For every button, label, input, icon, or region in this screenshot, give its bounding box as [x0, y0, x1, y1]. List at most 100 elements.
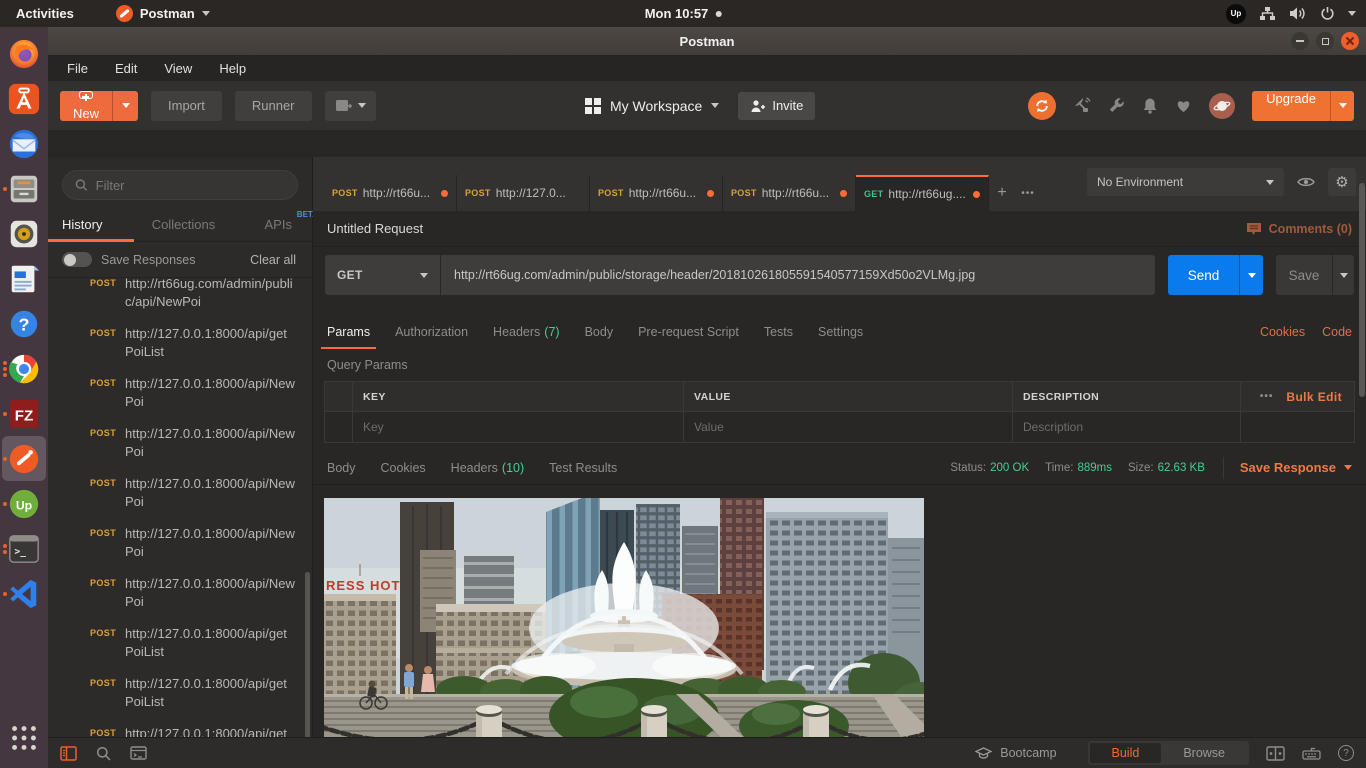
request-tab[interactable]: POSThttp://rt66u... [324, 175, 457, 211]
search-status-icon[interactable] [96, 746, 111, 761]
value-input[interactable] [694, 420, 1002, 434]
volume-icon[interactable] [1289, 6, 1307, 21]
save-options-caret[interactable] [1332, 255, 1354, 295]
upgrade-caret[interactable] [1330, 91, 1354, 121]
heart-icon[interactable] [1175, 98, 1192, 113]
dock-item-rhythmbox[interactable] [2, 211, 46, 256]
tab-prerequest[interactable]: Pre-request Script [638, 315, 739, 349]
filter-box[interactable] [62, 170, 298, 200]
environment-selector[interactable]: No Environment [1087, 168, 1284, 196]
upgrade-button[interactable]: Upgrade [1252, 91, 1354, 121]
settings-gear-button[interactable]: ⚙ [1328, 168, 1356, 196]
close-button[interactable] [1341, 32, 1359, 50]
request-tab-active[interactable]: GEThttp://rt66ug.... [856, 175, 989, 211]
history-item[interactable]: POSThttp://127.0.0.1:8000/api/NewPoi [48, 518, 312, 568]
system-menu-caret-icon[interactable] [1348, 11, 1356, 16]
browse-tab[interactable]: Browse [1161, 743, 1247, 763]
new-window-button[interactable] [325, 91, 376, 121]
add-tab-button[interactable]: + [989, 175, 1015, 211]
dock-item-help[interactable]: ? [2, 301, 46, 346]
history-item[interactable]: POSThttp://127.0.0.1:8000/api/NewPoi [48, 418, 312, 468]
menu-help[interactable]: Help [219, 61, 246, 76]
app-menu[interactable]: Postman [116, 5, 210, 22]
history-item[interactable]: POSThttp://rt66ug.com/admin/public/api/N… [48, 278, 312, 318]
dock-item-vscode[interactable] [2, 571, 46, 616]
history-item[interactable]: POSThttp://127.0.0.1:8000/api/NewPoi [48, 568, 312, 618]
maximize-button[interactable] [1316, 32, 1334, 50]
menu-edit[interactable]: Edit [115, 61, 137, 76]
tab-params[interactable]: Params [327, 315, 370, 349]
send-button[interactable]: Send [1168, 255, 1263, 295]
menu-file[interactable]: File [67, 61, 88, 76]
minimize-button[interactable] [1291, 32, 1309, 50]
response-tab-test-results[interactable]: Test Results [549, 461, 617, 475]
response-tab-cookies[interactable]: Cookies [381, 461, 426, 475]
bootcamp-button[interactable]: Bootcamp [975, 746, 1056, 760]
history-item[interactable]: POSThttp://127.0.0.1:8000/api/NewPoi [48, 468, 312, 518]
save-responses-toggle[interactable] [62, 252, 92, 267]
response-tab-body[interactable]: Body [327, 451, 356, 485]
response-tab-headers[interactable]: Headers(10) [451, 461, 524, 475]
new-button[interactable]: New [60, 91, 138, 121]
invite-button[interactable]: Invite [738, 92, 815, 120]
window-title-bar[interactable]: Postman [48, 27, 1366, 55]
url-input[interactable] [441, 255, 1155, 295]
history-item[interactable]: POSThttp://127.0.0.1:8000/api/getPoiList [48, 668, 312, 718]
tab-history[interactable]: History [62, 217, 102, 232]
tab-apis[interactable]: APIsBETA [265, 217, 292, 232]
dock-item-terminal[interactable]: >_ [2, 526, 46, 571]
history-item[interactable]: POSThttp://127.0.0.1:8000/api/NewPoi [48, 368, 312, 418]
tab-tests[interactable]: Tests [764, 315, 793, 349]
two-pane-icon[interactable] [1266, 746, 1285, 761]
tab-body[interactable]: Body [585, 315, 614, 349]
history-item[interactable]: POSThttp://127.0.0.1:8000/api/getPoiList [48, 618, 312, 668]
history-item[interactable]: POSThttp://127.0.0.1:8000/api/getPoiList [48, 718, 312, 737]
tab-options-button[interactable]: ••• [1015, 175, 1041, 211]
request-tab[interactable]: POSThttp://rt66u... [590, 175, 723, 211]
sidebar-toggle-icon[interactable] [60, 746, 77, 761]
dock-item-ubuntu-software[interactable] [2, 76, 46, 121]
history-item[interactable]: POSThttp://127.0.0.1:8000/api/getPoiList [48, 318, 312, 368]
tab-authorization[interactable]: Authorization [395, 315, 468, 349]
dock-item-libreoffice-writer[interactable] [2, 256, 46, 301]
cookies-link[interactable]: Cookies [1260, 325, 1305, 339]
show-applications-button[interactable] [2, 715, 46, 760]
description-input[interactable] [1023, 420, 1230, 434]
code-link[interactable]: Code [1322, 325, 1352, 339]
dock-item-archive-manager[interactable] [2, 166, 46, 211]
workspace-caret-icon[interactable] [711, 103, 719, 108]
more-options-icon[interactable]: ••• [1260, 391, 1274, 402]
console-icon[interactable] [130, 746, 147, 760]
bell-icon[interactable] [1142, 97, 1158, 114]
power-icon[interactable] [1320, 6, 1335, 21]
menu-view[interactable]: View [164, 61, 192, 76]
avatar[interactable] [1209, 93, 1235, 119]
request-tab[interactable]: POSThttp://127.0... [457, 175, 590, 211]
dock-item-filezilla[interactable]: FZ [2, 391, 46, 436]
help-status-icon[interactable]: ? [1338, 745, 1354, 761]
dock-item-firefox[interactable] [2, 31, 46, 76]
build-tab[interactable]: Build [1090, 743, 1162, 763]
tab-collections[interactable]: Collections [152, 217, 216, 232]
dock-item-thunderbird[interactable] [2, 121, 46, 166]
sync-status-button[interactable] [1028, 92, 1056, 120]
activities-button[interactable]: Activities [0, 6, 90, 21]
clock[interactable]: Mon 10:57 [645, 6, 722, 21]
dock-item-chrome[interactable] [2, 346, 46, 391]
clear-all-link[interactable]: Clear all [250, 253, 296, 267]
workspace-selector[interactable]: My Workspace [610, 98, 702, 114]
network-icon[interactable] [1259, 6, 1276, 21]
wrench-icon[interactable] [1108, 97, 1125, 114]
comments-button[interactable]: Comments (0) [1246, 222, 1352, 236]
save-button[interactable]: Save [1276, 255, 1354, 295]
key-input[interactable] [363, 420, 673, 434]
sidebar-scrollbar-thumb[interactable] [305, 572, 310, 740]
new-dropdown-caret[interactable] [112, 91, 138, 121]
upwork-tray-icon[interactable]: Up [1226, 4, 1246, 24]
method-select[interactable]: GET [325, 255, 441, 295]
filter-input[interactable] [96, 178, 285, 193]
bulk-edit-link[interactable]: Bulk Edit [1286, 390, 1342, 404]
dock-item-postman[interactable] [2, 436, 46, 481]
request-tab[interactable]: POSThttp://rt66u... [723, 175, 856, 211]
environment-preview-button[interactable] [1290, 168, 1322, 196]
